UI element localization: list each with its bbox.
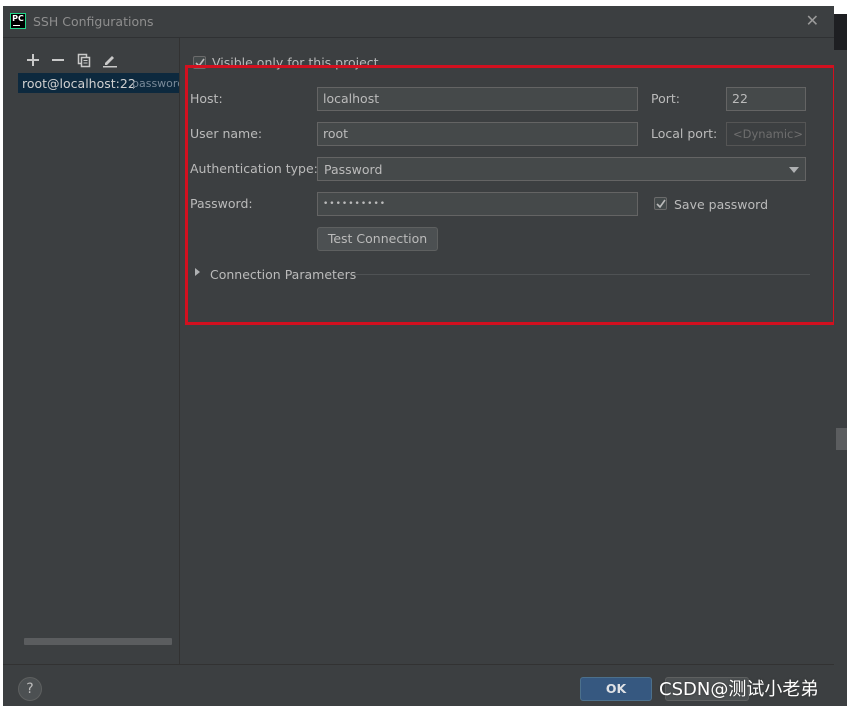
list-item-ssh-config[interactable]: root@localhost:22 password — [18, 73, 179, 93]
title-bar: PC SSH Configurations ✕ — [3, 6, 834, 38]
window-title: SSH Configurations — [33, 14, 154, 29]
horizontal-scrollbar[interactable] — [24, 638, 172, 645]
pycharm-logo-icon: PC — [10, 13, 26, 29]
config-details-panel: Visible only for this project Host: loca… — [180, 38, 834, 664]
save-password-checkbox[interactable] — [654, 197, 667, 210]
minus-icon[interactable] — [50, 52, 66, 68]
expand-arrow-icon[interactable] — [195, 268, 200, 276]
username-input[interactable]: root — [317, 122, 638, 146]
pencil-icon[interactable] — [102, 52, 118, 68]
plus-icon[interactable] — [25, 52, 41, 68]
section-divider — [352, 274, 810, 275]
chevron-down-icon — [789, 167, 799, 173]
auth-type-select[interactable]: Password — [317, 157, 806, 181]
background-window-tab — [834, 14, 847, 50]
auth-type-label: Authentication type: — [190, 161, 318, 176]
footer-divider — [3, 664, 834, 665]
auth-type-value: Password — [324, 162, 383, 177]
username-label: User name: — [190, 126, 263, 141]
help-button[interactable]: ? — [18, 677, 42, 701]
csdn-watermark: CSDN@测试小老弟 — [659, 679, 819, 700]
ok-button[interactable]: OK — [580, 677, 652, 701]
ssh-configurations-dialog: PC SSH Configurations ✕ root@localhost:2… — [3, 6, 834, 706]
config-name: root@localhost:22 — [22, 76, 136, 91]
background-window-edge — [834, 0, 847, 706]
config-auth-type: password — [132, 77, 179, 90]
local-port-label: Local port: — [651, 126, 718, 141]
password-label: Password: — [190, 196, 253, 211]
visible-only-checkbox[interactable] — [193, 56, 206, 69]
visible-only-label: Visible only for this project — [212, 55, 379, 70]
connection-parameters-toggle[interactable]: Connection Parameters — [210, 267, 356, 282]
password-input[interactable]: •••••••••• — [317, 192, 638, 216]
background-scrollbar — [836, 428, 847, 450]
save-password-label: Save password — [674, 197, 769, 212]
copy-icon[interactable] — [76, 52, 92, 68]
host-label: Host: — [190, 91, 223, 106]
test-connection-button[interactable]: Test Connection — [317, 227, 438, 251]
config-list-panel: root@localhost:22 password — [3, 38, 180, 664]
close-icon[interactable]: ✕ — [806, 11, 819, 30]
host-input[interactable]: localhost — [317, 87, 638, 111]
port-label: Port: — [651, 91, 680, 106]
local-port-input[interactable]: <Dynamic> — [726, 122, 806, 146]
port-input[interactable]: 22 — [726, 87, 806, 111]
